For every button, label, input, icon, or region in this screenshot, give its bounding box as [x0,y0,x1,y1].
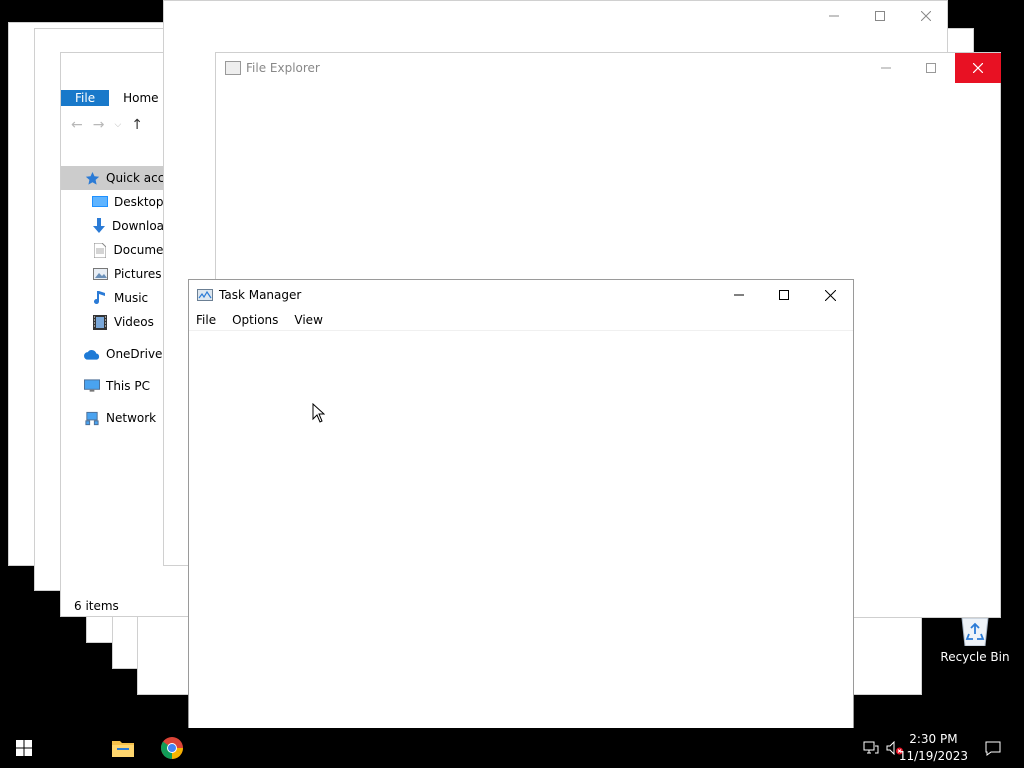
taskbar-chrome-button[interactable] [148,728,196,768]
ribbon-tab-file[interactable]: File [61,90,110,106]
sidebar-item-pictures[interactable]: Pictures [61,262,171,286]
minimize-button[interactable] [811,1,857,31]
close-icon [824,289,836,301]
maximize-button[interactable] [761,280,807,310]
sidebar-item-label: Desktop [114,195,164,209]
sidebar-item-label: This PC [106,379,150,393]
menu-bar: File Options View [189,311,853,331]
taskbar-file-explorer-button[interactable] [99,728,147,768]
window-title: Task Manager [219,288,302,302]
cloud-icon [84,346,100,362]
start-button[interactable] [0,728,48,768]
maximize-button[interactable] [908,53,954,83]
close-button[interactable] [955,53,1001,83]
document-icon [92,242,108,258]
sidebar-item-music[interactable]: Music [61,286,171,310]
up-arrow-icon[interactable]: ↑ [131,117,143,133]
taskbar: 2:30 PM 11/19/2023 [0,728,1024,768]
minimize-icon [881,67,891,69]
back-arrow-icon[interactable]: ← [71,117,83,133]
minimize-icon [829,15,839,17]
clock-time: 2:30 PM [909,732,958,746]
forward-arrow-icon[interactable]: → [93,117,105,133]
desktop-icon [92,194,108,210]
music-icon [92,290,108,306]
file-explorer-app-icon [225,61,241,75]
status-item-count: 6 items [74,599,119,613]
network-icon [863,741,879,754]
clock-date: 11/19/2023 [898,749,968,763]
computer-icon [84,378,100,394]
sidebar-item-documents[interactable]: Documen [61,238,171,262]
close-icon [921,11,931,21]
tray-clock[interactable]: 2:30 PM 11/19/2023 [899,731,968,765]
sidebar-item-label: Quick acce [106,171,172,185]
menu-options[interactable]: Options [225,311,287,330]
task-manager-app-icon [197,289,213,306]
star-icon [85,170,100,186]
video-icon [92,314,108,330]
sidebar-item-desktop[interactable]: Desktop [61,190,171,214]
mouse-cursor-icon [312,403,325,423]
close-button[interactable] [807,280,853,310]
menu-file[interactable]: File [189,311,225,330]
sidebar-item-label: OneDrive [106,347,163,361]
maximize-icon [926,63,936,73]
recycle-bin-label: Recycle Bin [940,650,1010,664]
notification-icon [985,741,1001,756]
maximize-icon [875,11,885,21]
sidebar-item-label: Pictures [114,267,162,281]
ribbon-tabs: File Home [61,90,173,106]
menu-view[interactable]: View [287,311,331,330]
recent-chevron-icon[interactable]: ⌵ [114,120,121,130]
action-center-button[interactable] [978,728,1008,768]
minimize-button[interactable] [863,53,909,83]
network-icon [84,410,100,426]
sidebar-item-network[interactable]: Network [61,406,171,430]
task-manager-window[interactable]: Task Manager File Options View [188,279,854,768]
maximize-icon [779,290,789,300]
recycle-bin-shortcut[interactable]: Recycle Bin [940,618,1010,664]
download-icon [92,218,106,234]
pictures-icon [92,266,108,282]
sidebar-item-label: Network [106,411,157,425]
sidebar-item-this-pc[interactable]: This PC [61,374,171,398]
sidebar-item-label: Videos [114,315,154,329]
chrome-icon [160,737,183,759]
minimize-button[interactable] [716,280,762,310]
sidebar-item-videos[interactable]: Videos [61,310,171,334]
minimize-icon [734,294,744,296]
sidebar-item-onedrive[interactable]: OneDrive [61,342,171,366]
close-button[interactable] [903,1,949,31]
close-icon [973,63,983,73]
sidebar-item-downloads[interactable]: Download [61,214,172,238]
tray-network-button[interactable] [860,728,882,768]
window-title: File Explorer [246,61,320,75]
navigation-pane: Quick acce Desktop Download Documen Pict… [61,166,172,430]
nav-buttons: ← → ⌵ ↑ [71,117,143,133]
sidebar-item-label: Music [114,291,149,305]
maximize-button[interactable] [857,1,903,31]
folder-icon [112,741,134,757]
windows-logo-icon [16,740,32,756]
recycle-bin-icon [961,618,989,646]
sidebar-item-quick-access[interactable]: Quick acce [61,166,172,190]
